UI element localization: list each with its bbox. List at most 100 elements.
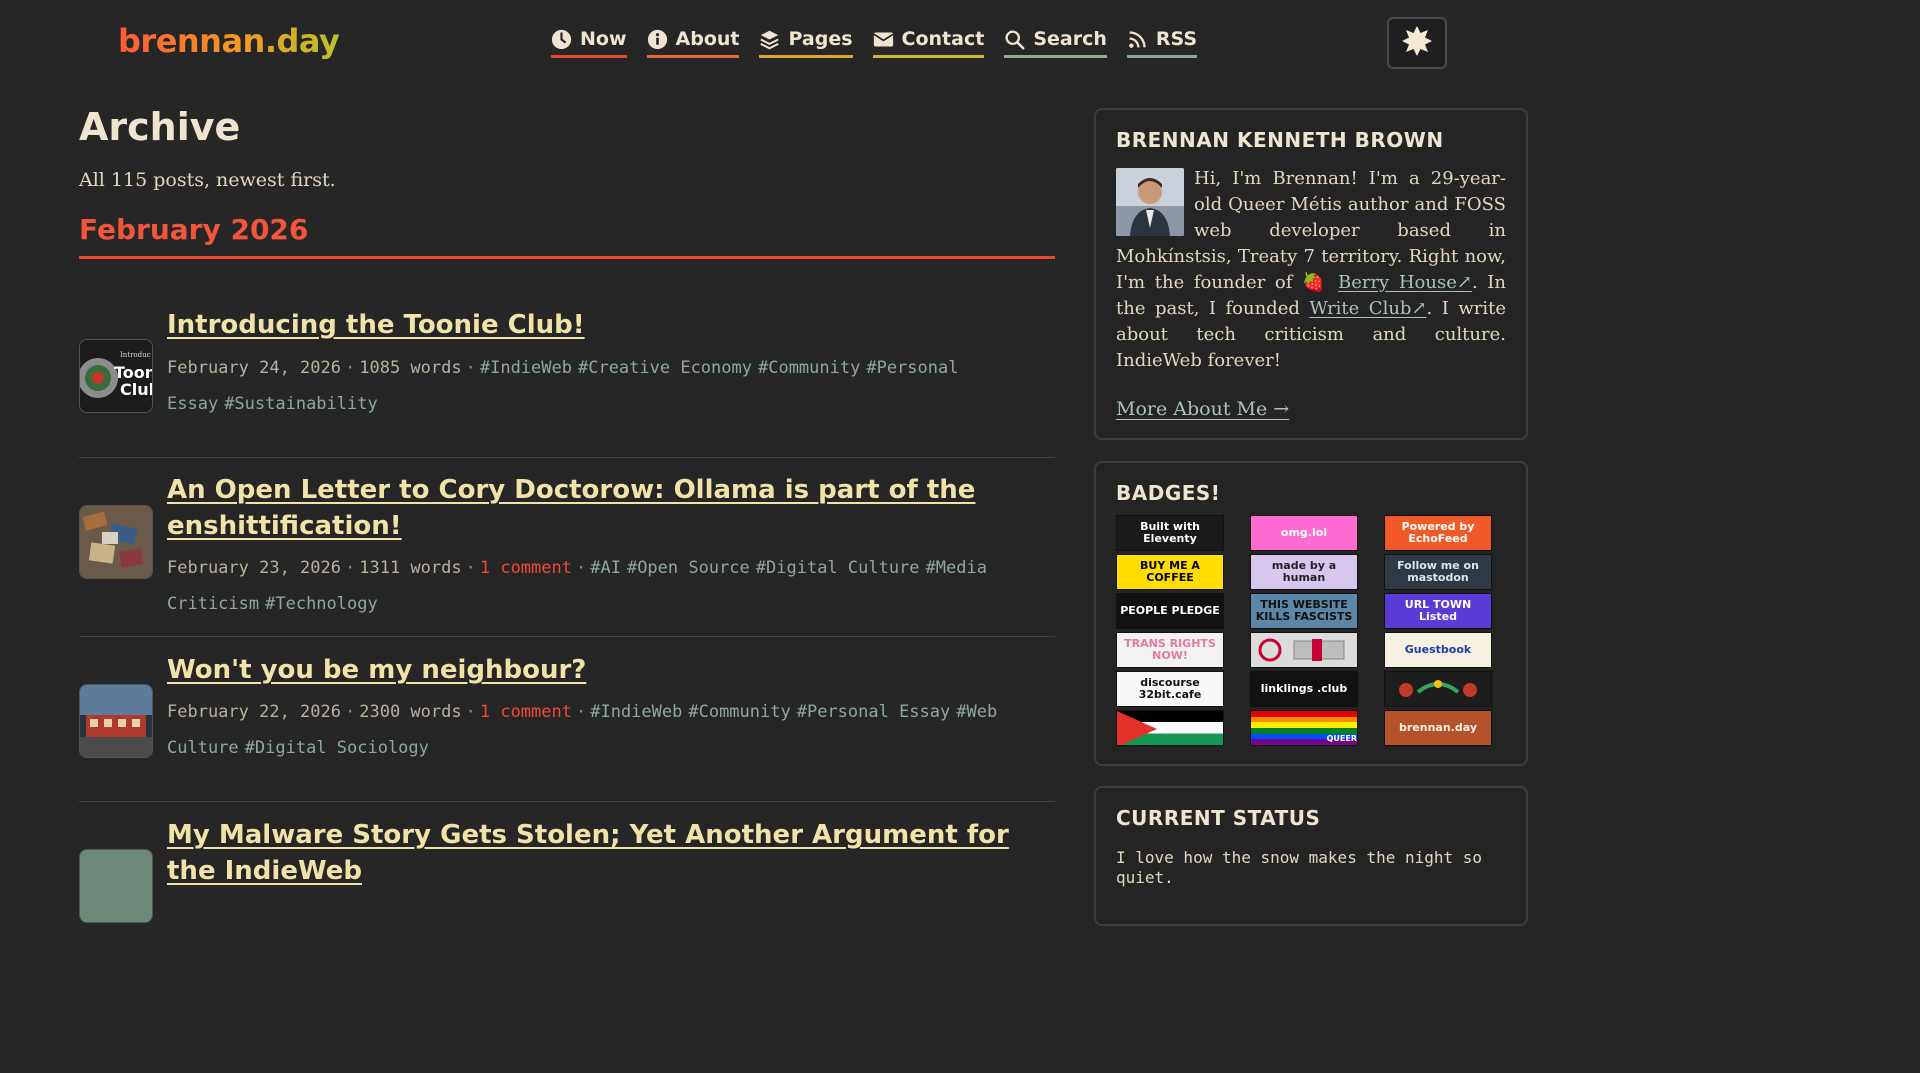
nav-now[interactable]: Now	[551, 28, 627, 58]
post-meta: February 24, 2026 · 1085 words · #IndieWeb #C…	[167, 350, 1057, 422]
post-date: February 22, 2026	[167, 702, 341, 722]
sun-icon	[1401, 25, 1433, 61]
debian-swirl-icon	[1258, 638, 1345, 662]
nav-contact[interactable]: Contact	[872, 28, 985, 58]
post-thumbnail[interactable]	[79, 849, 153, 923]
post-title-link[interactable]: Won't you be my neighbour?	[167, 652, 1027, 688]
post-comment-count[interactable]: 1 comment	[480, 558, 572, 578]
post-tag[interactable]: #Community	[688, 702, 790, 722]
badge[interactable]	[1384, 671, 1492, 707]
site-logo[interactable]: brennan.day	[118, 22, 340, 60]
post-word-count: 1085 words	[359, 358, 462, 378]
envelope-icon	[872, 29, 894, 50]
post-tag[interactable]: #IndieWeb	[590, 702, 682, 722]
theme-toggle-button[interactable]	[1387, 17, 1447, 69]
badge[interactable]: Built with Eleventy	[1116, 515, 1224, 551]
archive-intro: All 115 posts, newest first.	[79, 169, 336, 191]
post-meta: February 22, 2026 · 2300 words · 1 comment · #…	[167, 694, 1057, 766]
post-thumbnail[interactable]	[79, 505, 153, 579]
post-date: February 23, 2026	[167, 558, 341, 578]
badge[interactable]: THIS WEBSITE KILLS FASCISTS	[1250, 593, 1358, 629]
post-tag[interactable]: #Sustainability	[224, 394, 378, 414]
badge[interactable]: discourse 32bit.cafe	[1116, 671, 1224, 707]
post-tag[interactable]: #Open Source	[627, 558, 750, 578]
badge[interactable]: TRANS RIGHTS NOW!	[1116, 632, 1224, 668]
about-card: BRENNAN KENNETH BROWN Hi, I'm Brennan! I…	[1094, 108, 1528, 440]
thumb-caption: Introduc	[120, 351, 151, 359]
post-title-link[interactable]: An Open Letter to Cory Doctorow: Ollama …	[167, 472, 1027, 544]
nav-search[interactable]: Search	[1004, 28, 1107, 58]
about-bio: Hi, I'm Brennan! I'm a 29-year-old Queer…	[1116, 166, 1506, 374]
badge[interactable]: brennan.day	[1384, 710, 1492, 746]
strawberry-icon: 🍓	[1302, 272, 1329, 293]
badge[interactable]	[1116, 710, 1224, 746]
badge[interactable]: Guestbook	[1384, 632, 1492, 668]
post-tag[interactable]: #Technology	[265, 594, 378, 614]
post-tag[interactable]: #Personal Essay	[797, 702, 951, 722]
badge[interactable]: URL TOWN Listed	[1384, 593, 1492, 629]
separator-dot: ·	[345, 358, 356, 378]
nav-rss-label: RSS	[1155, 28, 1198, 50]
main-nav: Now About Pages Contact Search RSS	[551, 28, 1198, 58]
post-tag[interactable]: #AI	[590, 558, 621, 578]
separator-dot: ·	[575, 702, 587, 722]
nav-search-label: Search	[1033, 28, 1107, 50]
badges-card: BADGES! Built with Eleventy omg.lol Powere…	[1094, 461, 1528, 766]
status-text: I love how the snow makes the night so q…	[1116, 848, 1483, 887]
page-title: Archive	[79, 105, 241, 149]
post-tag[interactable]: #Digital Sociology	[245, 738, 429, 758]
post-word-count: 2300 words	[359, 702, 462, 722]
post-title-link[interactable]: My Malware Story Gets Stolen; Yet Anothe…	[167, 817, 1027, 889]
post-divider	[79, 636, 1055, 637]
nav-pages-label: Pages	[788, 28, 853, 50]
flag-icon	[1117, 711, 1157, 745]
search-icon	[1004, 29, 1025, 50]
post-thumbnail[interactable]	[79, 684, 153, 758]
avatar	[1116, 168, 1184, 236]
post-meta: February 23, 2026 · 1311 words · 1 comment · #…	[167, 550, 1057, 622]
more-about-me-link[interactable]: More About Me →	[1116, 398, 1506, 420]
post-tag[interactable]: #Creative Economy	[578, 358, 752, 378]
badge[interactable]: linklings .club	[1250, 671, 1358, 707]
archive-main: Archive All 115 posts, newest first. Feb…	[79, 105, 1055, 259]
badge[interactable]: BUY ME A COFFEE	[1116, 554, 1224, 590]
berry-house-link[interactable]: Berry House↗	[1338, 272, 1472, 293]
status-card-title: CURRENT STATUS	[1116, 806, 1321, 830]
badges-card-title: BADGES!	[1116, 481, 1221, 505]
nav-now-label: Now	[580, 28, 627, 50]
info-icon	[647, 29, 668, 50]
separator-dot: ·	[465, 702, 476, 722]
about-card-title: BRENNAN KENNETH BROWN	[1116, 128, 1444, 152]
nav-about-label: About	[675, 28, 740, 50]
post-tag[interactable]: #Community	[758, 358, 860, 378]
post-thumbnail[interactable]: Introduc Toon Clul	[79, 339, 153, 413]
badge[interactable]	[1250, 632, 1358, 668]
clock-icon	[551, 29, 572, 50]
layers-icon	[759, 29, 780, 50]
post-word-count: 1311 words	[359, 558, 462, 578]
write-club-link[interactable]: Write Club↗	[1309, 298, 1426, 319]
badges-grid: Built with Eleventy omg.lol Powered by Ech…	[1116, 515, 1506, 746]
badge[interactable]: PEOPLE PLEDGE	[1116, 593, 1224, 629]
separator-dot: ·	[465, 358, 476, 378]
post-divider	[79, 801, 1055, 802]
post-comment-count[interactable]: 1 comment	[480, 702, 572, 722]
nav-pages[interactable]: Pages	[759, 28, 853, 58]
month-heading: February 2026	[79, 213, 1055, 259]
post-title-link[interactable]: Introducing the Toonie Club!	[167, 307, 1027, 343]
separator-dot: ·	[345, 702, 356, 722]
rss-icon	[1127, 29, 1148, 50]
status-card: CURRENT STATUS I love how the snow makes…	[1094, 786, 1528, 926]
badge[interactable]: made by a human	[1250, 554, 1358, 590]
post-tag[interactable]: #IndieWeb	[480, 358, 572, 378]
post-divider	[79, 457, 1055, 458]
berries-icon	[1399, 680, 1477, 697]
thumb-title-line2: Clul	[120, 380, 152, 399]
badge[interactable]: Powered by EchoFeed	[1384, 515, 1492, 551]
post-tag[interactable]: #Digital Culture	[756, 558, 920, 578]
badge[interactable]: Follow me on mastodon	[1384, 554, 1492, 590]
badge[interactable]: QUEER	[1250, 710, 1358, 746]
badge[interactable]: omg.lol	[1250, 515, 1358, 551]
nav-rss[interactable]: RSS	[1126, 28, 1198, 58]
nav-about[interactable]: About	[646, 28, 740, 58]
